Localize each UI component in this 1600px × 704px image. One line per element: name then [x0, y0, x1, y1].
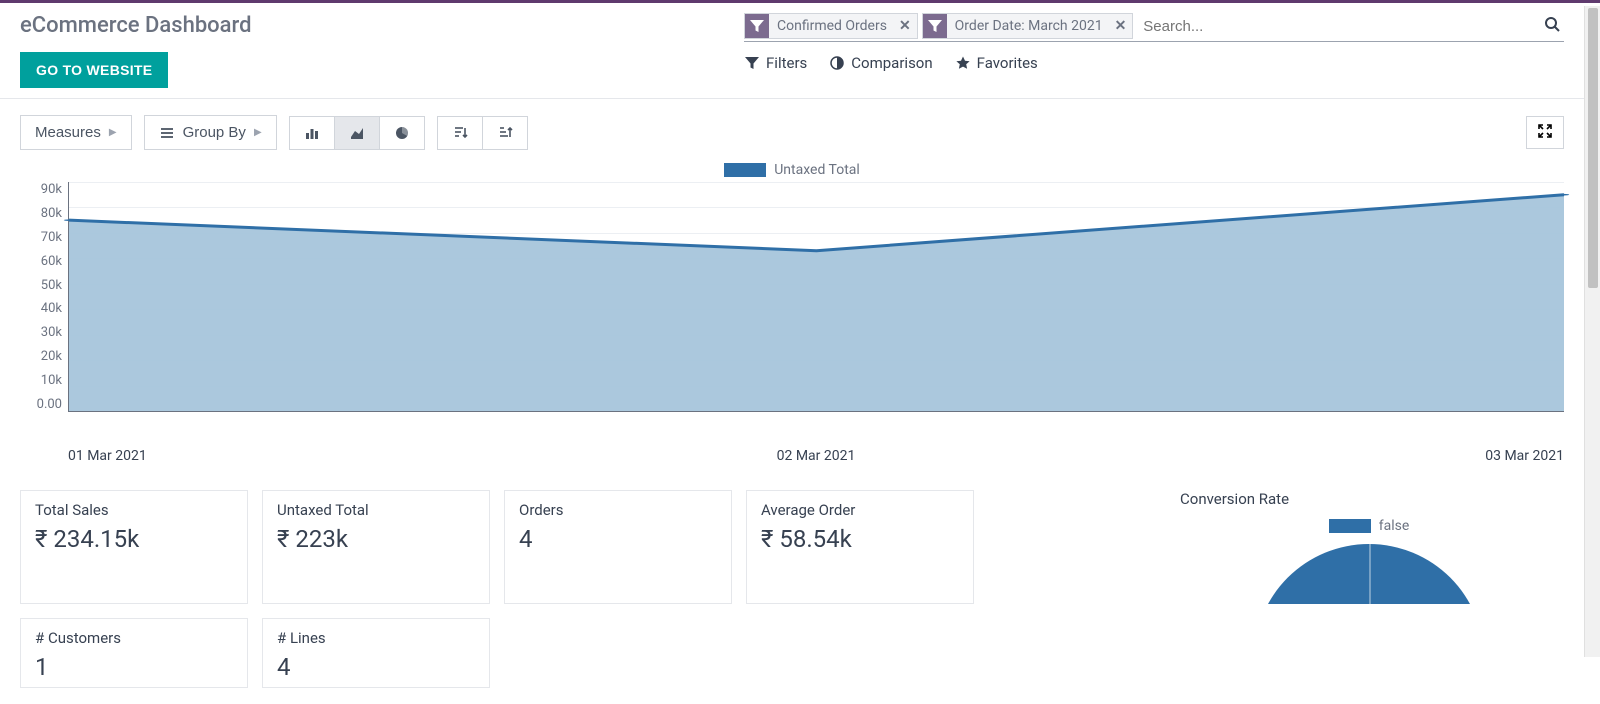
group-by-label: Group By: [183, 124, 246, 141]
search-bar: Confirmed Orders ✕ Order Date: March 202…: [744, 13, 1564, 42]
kpi-row-2: # Customers 1 # Lines 4: [20, 618, 1564, 688]
kpi-label: Untaxed Total: [277, 501, 475, 519]
y-tick: 70k: [41, 230, 62, 245]
content: Measures ▶ Group By ▶: [0, 99, 1584, 704]
filter-chip-confirmed-orders[interactable]: Confirmed Orders ✕: [744, 13, 918, 39]
kpi-row: Total Sales ₹ 234.15k Untaxed Total ₹ 22…: [20, 490, 1564, 604]
chart-svg: [69, 182, 1564, 411]
sort-desc-button[interactable]: [438, 117, 482, 149]
filters-label: Filters: [766, 54, 807, 72]
kpi-orders[interactable]: Orders 4: [504, 490, 732, 604]
conversion-legend: false: [1174, 518, 1564, 534]
star-icon: [955, 55, 971, 71]
conversion-title: Conversion Rate: [1174, 490, 1564, 508]
legend-swatch: [724, 163, 766, 177]
legend-label: Untaxed Total: [774, 162, 860, 178]
chart-legend: Untaxed Total: [20, 162, 1564, 178]
favorites-dropdown[interactable]: Favorites: [955, 54, 1038, 72]
comparison-label: Comparison: [851, 54, 932, 72]
kpi-untaxed-total[interactable]: Untaxed Total ₹ 223k: [262, 490, 490, 604]
y-tick: 60k: [41, 254, 62, 269]
kpi-label: Total Sales: [35, 501, 233, 519]
group-by-dropdown[interactable]: Group By ▶: [145, 116, 276, 149]
search-icon[interactable]: [1540, 16, 1564, 37]
filter-chip-label: Confirmed Orders: [769, 18, 893, 34]
search-input[interactable]: [1137, 15, 1536, 38]
sort-desc-icon: [452, 125, 468, 141]
y-tick: 80k: [41, 206, 62, 221]
kpi-average-order[interactable]: Average Order ₹ 58.54k: [746, 490, 974, 604]
x-axis-labels: 01 Mar 2021 02 Mar 2021 03 Mar 2021: [20, 448, 1564, 464]
kpi-value: ₹ 234.15k: [35, 525, 233, 553]
x-tick: 02 Mar 2021: [777, 448, 856, 464]
y-tick: 50k: [41, 278, 62, 293]
y-tick: 10k: [41, 373, 62, 388]
kpi-value: ₹ 58.54k: [761, 525, 959, 553]
header: eCommerce Dashboard GO TO WEBSITE Confir…: [0, 3, 1584, 99]
page-title: eCommerce Dashboard: [20, 13, 252, 38]
conversion-legend-label: false: [1379, 518, 1410, 534]
kpi-value: ₹ 223k: [277, 525, 475, 553]
filter-chip-order-date[interactable]: Order Date: March 2021 ✕: [922, 13, 1134, 39]
conversion-pie[interactable]: [1254, 544, 1484, 604]
caret-right-icon: ▶: [254, 127, 262, 138]
bar-chart-button[interactable]: [290, 117, 334, 149]
half-circle-icon: [829, 55, 845, 71]
list-icon: [159, 125, 175, 141]
scrollbar-thumb[interactable]: [1588, 8, 1598, 288]
pie-chart-icon: [394, 125, 410, 141]
caret-right-icon: ▶: [109, 127, 117, 138]
conversion-rate-panel: Conversion Rate false: [1174, 490, 1564, 604]
funnel-icon: [744, 55, 760, 71]
favorites-label: Favorites: [977, 54, 1038, 72]
kpi-label: # Customers: [35, 629, 233, 647]
chart: Untaxed Total 90k 80k 70k 60k 50k 40k 30…: [20, 162, 1564, 464]
comparison-dropdown[interactable]: Comparison: [829, 54, 932, 72]
kpi-label: Average Order: [761, 501, 959, 519]
chart-toolbar: Measures ▶ Group By ▶: [20, 115, 1564, 150]
area-chart-icon: [349, 125, 365, 141]
close-icon[interactable]: ✕: [1109, 18, 1133, 34]
expand-icon: [1537, 123, 1553, 139]
sort-asc-button[interactable]: [482, 117, 527, 149]
expand-button[interactable]: [1526, 116, 1564, 149]
sort-asc-icon: [497, 125, 513, 141]
kpi-value: 4: [519, 525, 717, 553]
y-tick: 20k: [41, 349, 62, 364]
line-chart-button[interactable]: [334, 117, 379, 149]
y-tick: 40k: [41, 301, 62, 316]
measures-dropdown[interactable]: Measures ▶: [21, 116, 131, 149]
kpi-label: Orders: [519, 501, 717, 519]
close-icon[interactable]: ✕: [893, 18, 917, 34]
x-tick: 01 Mar 2021: [68, 448, 147, 464]
kpi-value: 4: [277, 653, 475, 681]
kpi-customers[interactable]: # Customers 1: [20, 618, 248, 688]
filters-dropdown[interactable]: Filters: [744, 54, 807, 72]
go-to-website-button[interactable]: GO TO WEBSITE: [20, 52, 168, 88]
measures-label: Measures: [35, 124, 101, 141]
x-tick: 03 Mar 2021: [1485, 448, 1564, 464]
kpi-total-sales[interactable]: Total Sales ₹ 234.15k: [20, 490, 248, 604]
y-tick: 30k: [41, 325, 62, 340]
bar-chart-icon: [304, 125, 320, 141]
scrollbar[interactable]: [1584, 6, 1600, 657]
funnel-icon: [923, 14, 947, 38]
y-tick: 0.00: [37, 397, 62, 412]
y-axis-labels: 90k 80k 70k 60k 50k 40k 30k 20k 10k 0.00: [20, 182, 68, 412]
search-toolbar: Filters Comparison Favorites: [744, 54, 1564, 72]
filter-chip-label: Order Date: March 2021: [947, 18, 1109, 34]
kpi-lines[interactable]: # Lines 4: [262, 618, 490, 688]
legend-swatch: [1329, 519, 1371, 533]
kpi-value: 1: [35, 653, 233, 681]
kpi-label: # Lines: [277, 629, 475, 647]
chart-plot[interactable]: [68, 182, 1564, 412]
funnel-icon: [745, 14, 769, 38]
pie-chart-button[interactable]: [379, 117, 424, 149]
y-tick: 90k: [41, 182, 62, 197]
